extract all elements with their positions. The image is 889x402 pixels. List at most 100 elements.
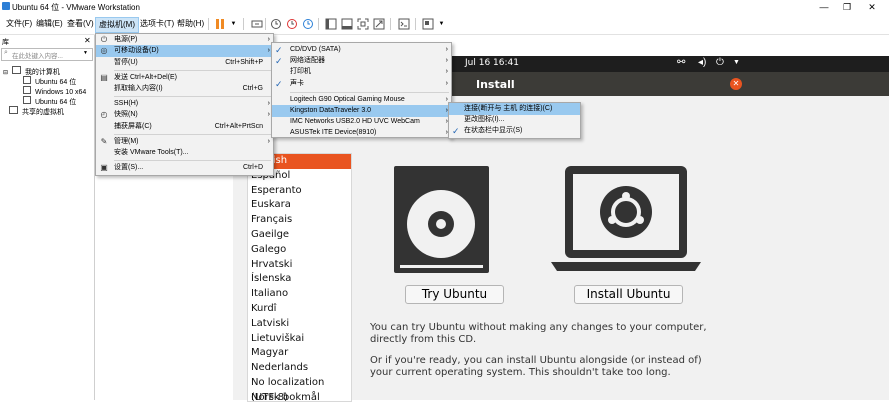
search-icon: ⌕ [4, 49, 8, 56]
chevron-down-icon[interactable]: ▼ [733, 59, 740, 66]
menu-item-device[interactable]: ASUSTek ITE Device(8910) › [272, 127, 451, 136]
vm-icon [23, 76, 31, 84]
tree-item-vm[interactable]: Ubuntu 64 位 [3, 76, 86, 86]
toolbar-divider [415, 18, 416, 30]
chevron-right-icon: › [445, 80, 448, 87]
console-view-icon[interactable] [396, 16, 411, 31]
check-icon: ✓ [452, 126, 460, 136]
snapshot-manager-icon[interactable] [300, 16, 315, 31]
menu-item-device[interactable]: 打印机 › [272, 66, 451, 78]
show-library-icon[interactable] [323, 16, 338, 31]
keyboard-icon: ▤ [100, 73, 108, 82]
language-item[interactable]: Italiano [248, 287, 351, 302]
toolbar-divider [265, 18, 266, 30]
tree-item-label: 共享的虚拟机 [21, 109, 64, 116]
language-list[interactable]: English Español Esperanto Euskara França… [247, 153, 352, 402]
language-item[interactable]: Kurdî [248, 302, 351, 317]
pause-icon[interactable] [212, 16, 227, 31]
chevron-right-icon: › [267, 47, 270, 54]
title-bar: Ubuntu 64 位 - VMware Workstation — ❐ ✕ [0, 0, 889, 14]
tree-item-label: Windows 10 x64 [34, 89, 87, 96]
menu-item-capture-screen[interactable]: 捕获屏幕(C) Ctrl+Alt+PrtScn [96, 121, 273, 133]
stretch-guest-icon[interactable] [420, 16, 435, 31]
toolbar-divider [208, 18, 209, 30]
tree-item-vm[interactable]: Ubuntu 64 位 [3, 96, 86, 106]
install-ubuntu-button[interactable]: Install Ubuntu [574, 285, 683, 304]
menu-separator [114, 160, 271, 161]
revert-snapshot-icon[interactable] [284, 16, 299, 31]
menu-item-removable-devices[interactable]: ◎ 可移动设备(D) › [96, 45, 273, 57]
close-button[interactable]: ✕ [860, 0, 884, 14]
menu-item-install-vmware-tools[interactable]: 安装 VMware Tools(T)... [96, 147, 273, 159]
thumbnail-bar-icon[interactable] [339, 16, 354, 31]
library-title: 库 [2, 39, 9, 46]
installer-close-button[interactable]: ✕ [730, 78, 742, 90]
chevron-right-icon: › [267, 111, 270, 118]
language-item[interactable]: Gaeilge [248, 228, 351, 243]
language-item[interactable]: Hrvatski [248, 258, 351, 273]
language-item[interactable]: Magyar [248, 346, 351, 361]
maximize-button[interactable]: ❐ [835, 0, 859, 14]
menu-item-device[interactable]: ✓ 声卡 › [272, 78, 451, 90]
language-item[interactable]: Euskara [248, 198, 351, 213]
snapshot-icon: ◴ [100, 110, 108, 119]
power-icon: ⏻ [100, 35, 108, 44]
search-placeholder: 在此处键入内容... [12, 53, 63, 60]
chevron-down-icon[interactable]: ▼ [226, 16, 241, 31]
menu-edit[interactable]: 编辑(E) [33, 17, 66, 31]
menu-file[interactable]: 文件(F) [3, 17, 35, 31]
menu-item-grab-input[interactable]: 抓取输入内容(I) Ctrl+G [96, 83, 273, 95]
tree-item-my-computer[interactable]: ⊟ 我的计算机 [3, 66, 86, 76]
chevron-down-icon[interactable]: ▼ [83, 50, 88, 56]
network-icon[interactable]: ⚯ [677, 57, 685, 68]
menu-item-show-in-statusbar[interactable]: ✓ 在状态栏中显示(S) [449, 125, 580, 137]
snapshot-icon[interactable] [268, 16, 283, 31]
install-description: Or if you're ready, you can install Ubun… [370, 355, 702, 378]
menu-bar: 文件(F) 编辑(E) 查看(V) 虚拟机(M) 选项卡(T) 帮助(H) ▼ … [0, 14, 889, 35]
tree-item-vm[interactable]: Windows 10 x64 [3, 86, 86, 96]
menu-item-settings[interactable]: ▣ 设置(S)... Ctrl+D [96, 162, 273, 174]
language-item[interactable]: No localization (UTF-8) [248, 376, 351, 401]
tree-item-label: 我的计算机 [24, 69, 60, 76]
shared-vms-icon [9, 106, 18, 114]
volume-icon[interactable]: ◂) [698, 57, 706, 68]
cd-drive-icon [394, 166, 489, 273]
menu-item-pause[interactable]: 暂停(U) Ctrl+Shift+P [96, 57, 273, 69]
clock[interactable]: Jul 16 16:41 [465, 58, 519, 68]
language-item[interactable]: Íslenska [248, 272, 351, 287]
send-ctrl-alt-del-icon[interactable] [249, 16, 264, 31]
try-ubuntu-button[interactable]: Try Ubuntu [405, 285, 504, 304]
installer-title: Install [476, 78, 515, 91]
removable-devices-menu: ✓ CD/DVD (SATA) › ✓ 网络适配器 › 打印机 › ✓ 声卡 › Logite… [271, 42, 452, 138]
language-item[interactable]: Esperanto [248, 184, 351, 199]
language-item[interactable]: Norsk bokmål [248, 391, 351, 401]
menu-separator [290, 92, 449, 93]
menu-tabs[interactable]: 选项卡(T) [137, 17, 177, 31]
language-item[interactable]: Lietuviškai [248, 332, 351, 347]
menu-help[interactable]: 帮助(H) [174, 17, 207, 31]
removable-device-icon: ◎ [100, 46, 108, 55]
tree-item-shared[interactable]: 共享的虚拟机 [3, 106, 86, 116]
language-item[interactable]: Galego [248, 243, 351, 258]
language-item[interactable]: Latviski [248, 317, 351, 332]
full-screen-icon[interactable] [355, 16, 370, 31]
library-close-icon[interactable]: ✕ [84, 36, 91, 45]
chevron-down-icon[interactable]: ▼ [434, 16, 449, 31]
language-item[interactable]: Nederlands [248, 361, 351, 376]
library-panel: 库 ✕ ⌕ 在此处键入内容... ▼ ⊟ 我的计算机 Ubuntu 64 位 W… [0, 35, 95, 400]
window-title: Ubuntu 64 位 - VMware Workstation [12, 3, 140, 12]
tree-item-label: Ubuntu 64 位 [34, 99, 77, 106]
menu-separator [114, 70, 271, 71]
vm-icon [23, 86, 31, 94]
language-item[interactable]: Français [248, 213, 351, 228]
menu-vm[interactable]: 虚拟机(M) [95, 17, 139, 33]
check-icon: ✓ [275, 79, 283, 89]
menu-view[interactable]: 查看(V) [64, 17, 97, 31]
menu-separator [114, 96, 271, 97]
vm-menu: ⏻ 电源(P) › ◎ 可移动设备(D) › 暂停(U) Ctrl+Shift+P ▤ 发送… [95, 33, 274, 176]
library-search[interactable]: ⌕ 在此处键入内容... ▼ [1, 48, 93, 61]
minimize-button[interactable]: — [812, 0, 836, 14]
menu-item-snapshot[interactable]: ◴ 快照(N) › [96, 109, 273, 121]
unity-mode-icon[interactable] [371, 16, 386, 31]
power-icon[interactable]: ⏻ [716, 57, 724, 68]
